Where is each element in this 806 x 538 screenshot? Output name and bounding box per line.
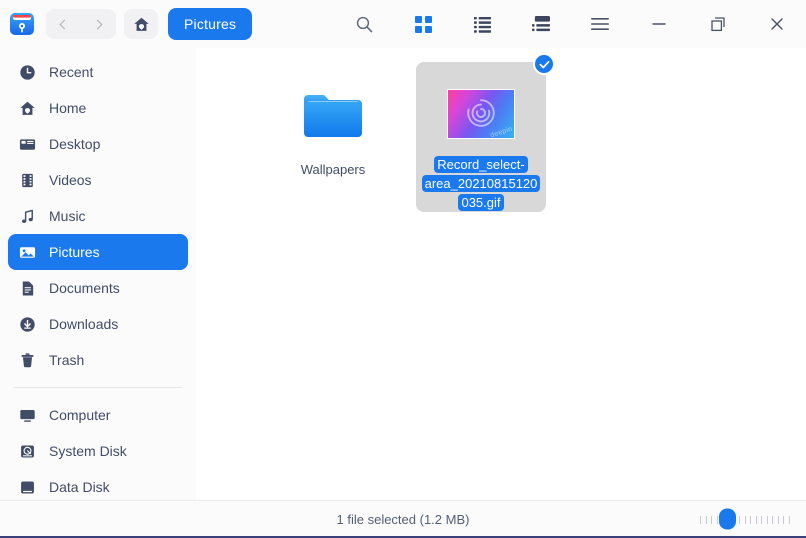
home-icon [133,17,149,31]
sidebar-item-downloads[interactable]: Downloads [8,306,188,342]
blue-folder-icon [304,95,362,137]
search-button[interactable] [345,5,383,43]
titlebar-actions [345,5,800,43]
status-bar: 1 file selected (1.2 MB) [0,500,806,538]
desktop-icon [16,136,38,153]
sidebar-item-label: Home [49,100,87,116]
sidebar-divider [14,387,182,388]
sidebar-item-pictures[interactable]: Pictures [8,234,188,270]
file-item-folder[interactable]: Wallpapers [268,62,398,212]
chevron-right-icon [92,19,103,29]
icon-size-slider[interactable] [700,508,790,530]
navigation-buttons [46,9,116,39]
file-item-label: Wallpapers [300,162,366,177]
file-name-line-2: area_20210815120 [421,175,541,192]
menu-button[interactable] [581,5,619,43]
sidebar-item-label: Data Disk [49,479,110,495]
home-button[interactable] [124,9,158,39]
close-icon [771,18,783,30]
file-item-gif[interactable]: deepin Record_select- area_20210815120 0… [416,53,555,212]
breadcrumb[interactable]: Pictures [168,8,253,40]
file-name-line-1: Record_select- [434,156,528,173]
slider-ticks [700,515,790,524]
sidebar-item-data-disk[interactable]: Data Disk [8,469,188,500]
hamburger-menu-icon [591,18,609,30]
music-note-icon [16,208,38,225]
icon-view-button[interactable] [404,5,442,43]
sidebar-item-home[interactable]: Home [8,90,188,126]
sidebar-item-label: Trash [49,352,85,368]
list-view-icon [473,16,491,33]
sidebar-item-trash[interactable]: Trash [8,342,188,378]
file-manager-window: Pictures Recent Home Desktop Videos Musi… [0,0,806,538]
file-grid-view[interactable]: Wallpapers deepin Record_select- area_20… [196,48,806,500]
maximize-icon [711,17,725,32]
file-name-line-3: 035.gif [458,194,504,211]
sidebar-item-label: Documents [49,280,120,296]
file-grid: Wallpapers deepin Record_select- area_20… [196,53,806,212]
download-icon [16,316,38,333]
sidebar-item-label: Recent [49,64,94,80]
sidebar: Recent Home Desktop Videos Music Picture… [0,48,196,500]
maximize-button[interactable] [699,5,737,43]
document-icon [16,280,38,297]
sidebar-item-label: Videos [49,172,92,188]
film-icon [16,172,38,189]
filemanager-logo-icon [8,10,36,38]
selection-checkbox[interactable] [533,53,555,75]
status-bar-top-border [0,500,806,501]
detail-view-icon [532,15,550,31]
slider-handle[interactable] [719,508,737,530]
computer-icon [16,407,38,424]
sidebar-item-label: Downloads [49,316,119,332]
sidebar-item-label: Music [49,208,86,224]
folder-thumbnail [300,76,366,154]
deepin-spiral-icon [467,98,495,127]
sidebar-item-label: Desktop [49,136,101,152]
window-body: Recent Home Desktop Videos Music Picture… [0,48,806,500]
file-item-label: Record_select- area_20210815120 035.gif [416,155,546,212]
trash-icon [16,352,38,369]
home-icon [16,100,38,117]
close-button[interactable] [758,5,796,43]
title-bar: Pictures [0,0,806,48]
sidebar-item-desktop[interactable]: Desktop [8,126,188,162]
search-icon [356,16,372,32]
harddisk-icon [16,443,38,460]
sidebar-item-label: System Disk [49,443,127,459]
sidebar-item-documents[interactable]: Documents [8,270,188,306]
gif-thumbnail-image: deepin [447,88,515,139]
grid-view-icon [414,15,432,33]
detail-view-button[interactable] [522,5,560,43]
status-text: 1 file selected (1.2 MB) [336,511,470,527]
sidebar-item-music[interactable]: Music [8,198,188,234]
datadisk-icon [16,479,38,496]
chevron-left-icon [59,19,70,29]
back-button[interactable] [49,9,79,39]
sidebar-item-recent[interactable]: Recent [8,54,188,90]
clock-icon [16,64,38,81]
minimize-button[interactable] [640,5,678,43]
forward-button[interactable] [84,9,114,39]
sidebar-item-label: Pictures [49,244,100,260]
list-view-button[interactable] [463,5,501,43]
sidebar-item-system-disk[interactable]: System Disk [8,433,188,469]
sidebar-item-label: Computer [49,407,111,423]
sidebar-item-videos[interactable]: Videos [8,162,188,198]
sidebar-item-computer[interactable]: Computer [8,397,188,433]
minimize-icon [652,23,666,25]
gif-thumbnail: deepin [447,76,515,151]
picture-icon [16,244,38,261]
check-circle-icon [539,60,549,68]
